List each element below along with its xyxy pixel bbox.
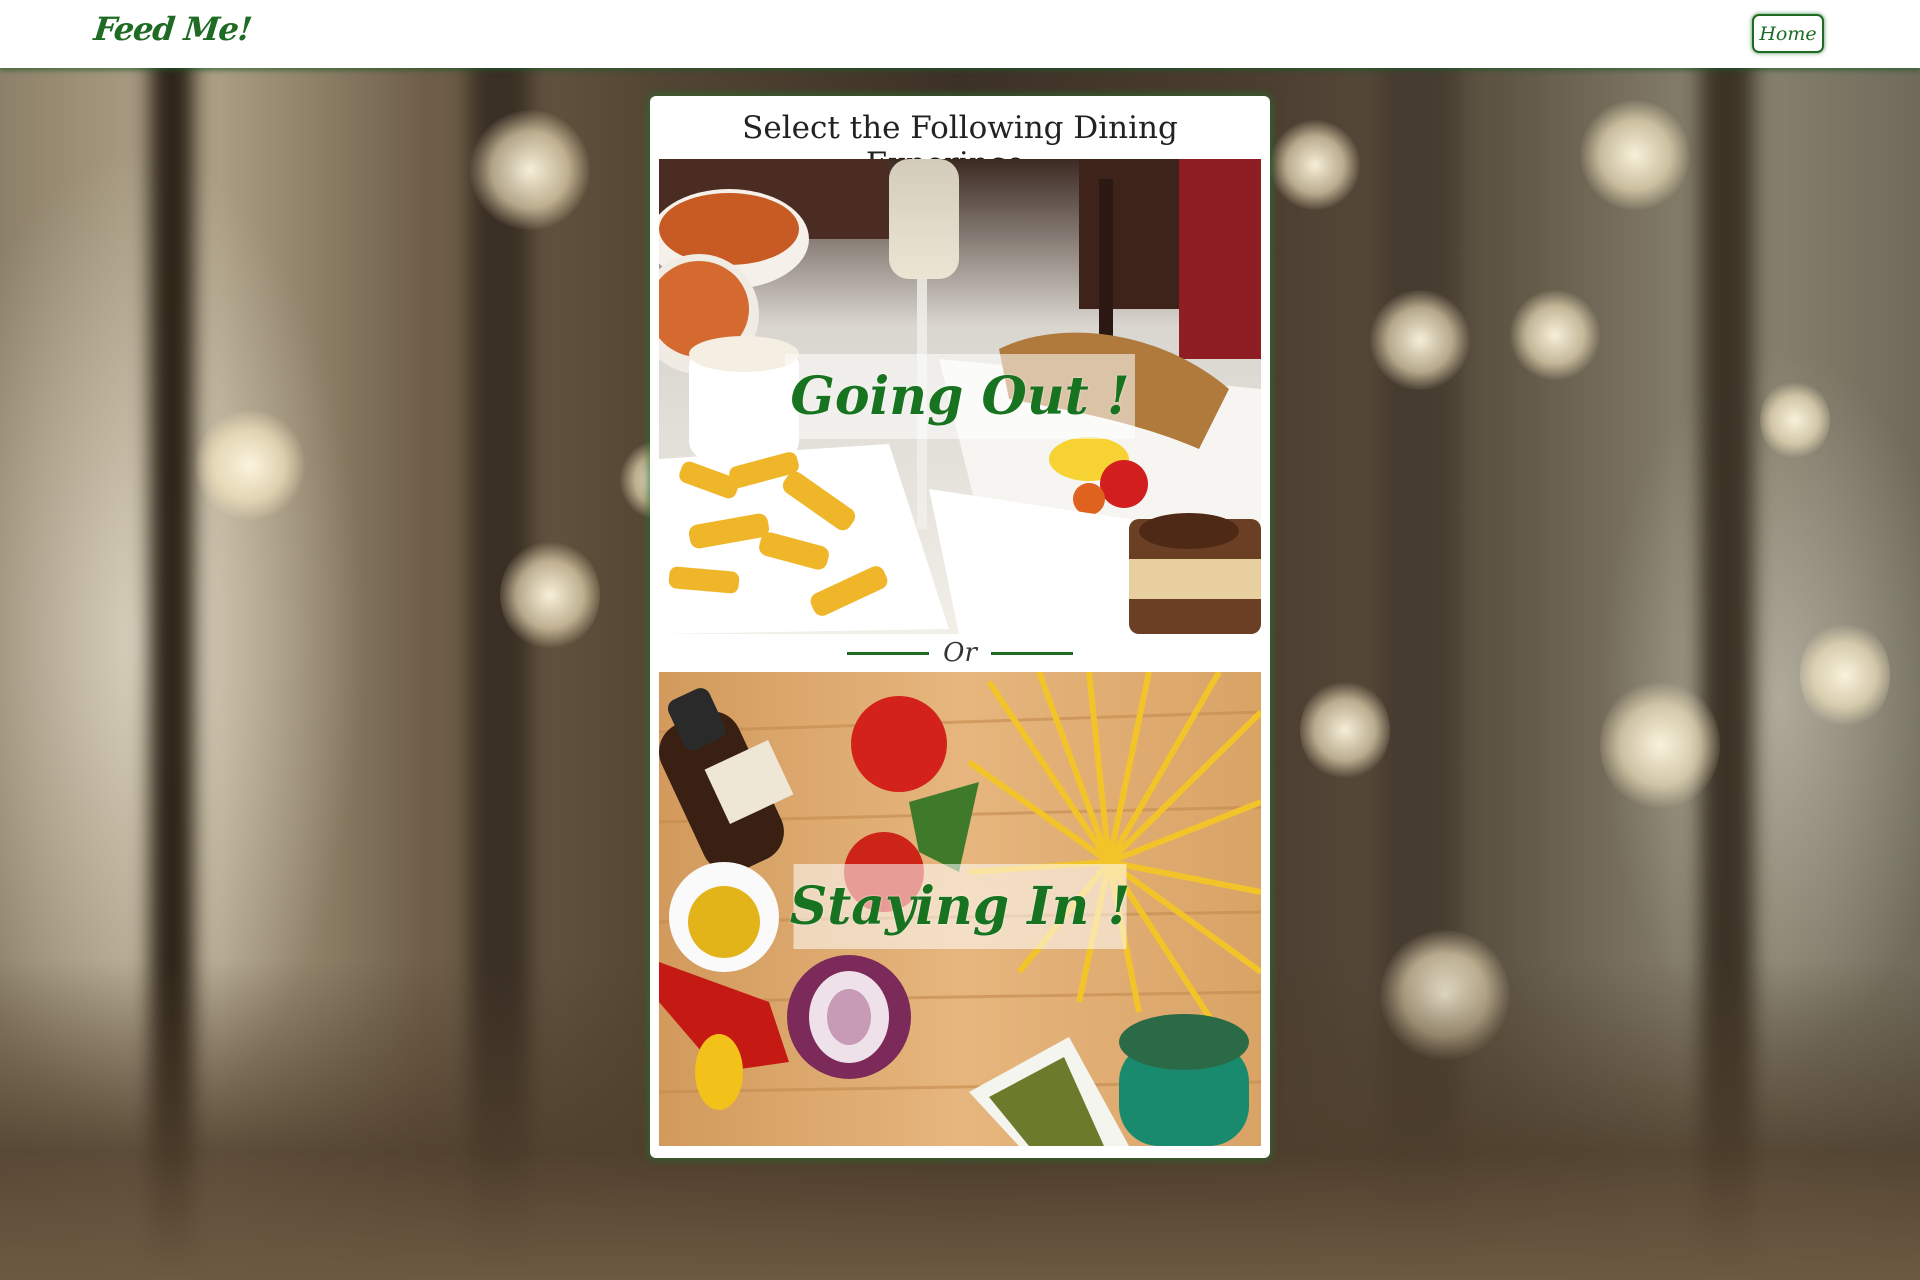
- home-button[interactable]: Home: [1752, 14, 1824, 53]
- going-out-label: Going Out !: [785, 354, 1135, 439]
- top-navbar: Feed Me! Home: [0, 0, 1920, 68]
- dining-choice-card: Select the Following Dining Experince...: [650, 96, 1270, 1158]
- staying-in-label: Staying In !: [790, 864, 1130, 949]
- or-divider: Or: [650, 634, 1270, 672]
- divider-line-left: [847, 651, 930, 655]
- staying-in-option[interactable]: Staying In !: [659, 672, 1261, 1146]
- or-text: Or: [943, 638, 977, 668]
- going-out-option[interactable]: Going Out !: [659, 159, 1261, 634]
- brand-logo-text[interactable]: Feed Me!: [92, 10, 253, 48]
- divider-line-right: [990, 651, 1073, 655]
